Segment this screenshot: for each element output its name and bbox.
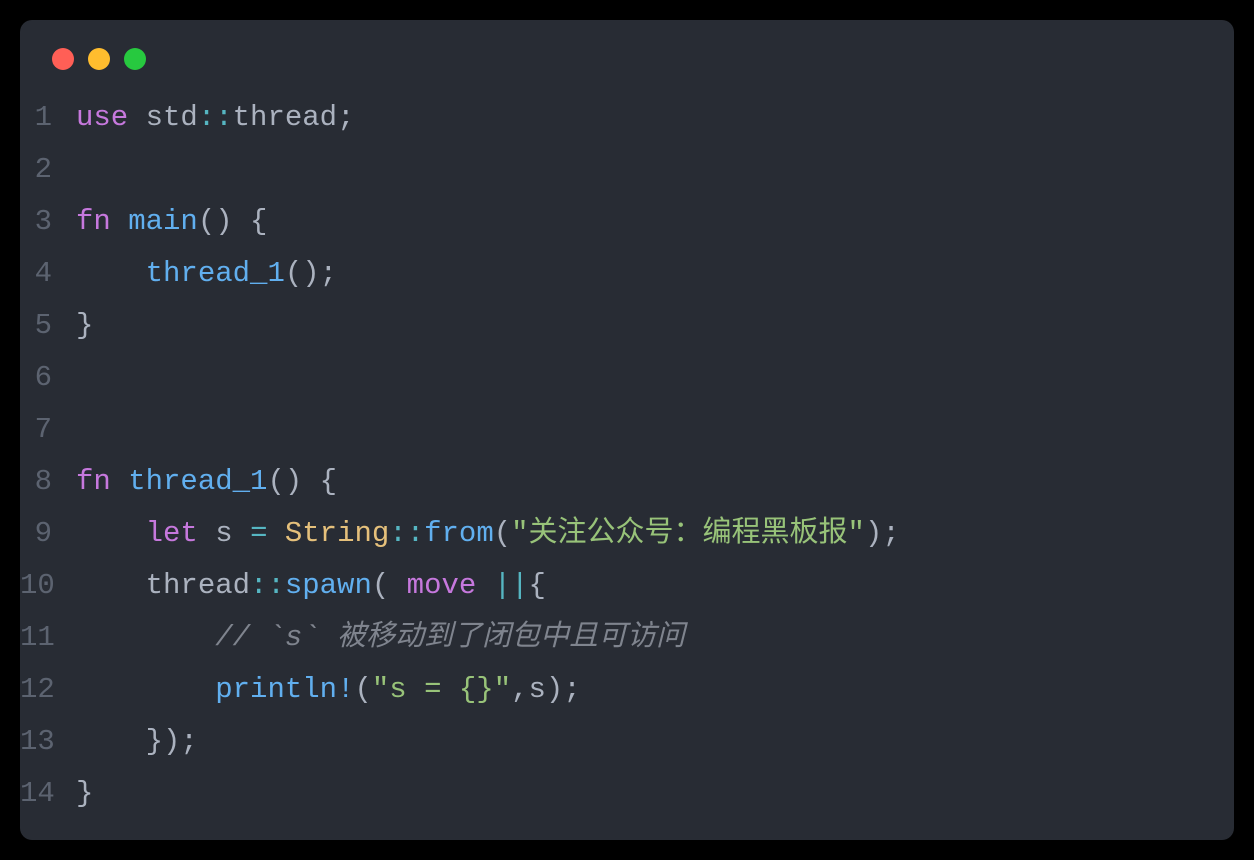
token-punct: ); — [865, 517, 900, 550]
token-punct — [111, 465, 128, 498]
token-keyword: let — [146, 517, 198, 550]
token-op: :: — [389, 517, 424, 550]
token-keyword: move — [407, 569, 477, 602]
token-punct: () { — [267, 465, 337, 498]
token-func: thread_1 — [146, 257, 285, 290]
token-punct: std — [128, 101, 198, 134]
maximize-icon[interactable] — [124, 48, 146, 70]
line-number: 8 — [20, 456, 76, 508]
token-punct — [111, 205, 128, 238]
code-editor[interactable]: 1use std::thread;2 3fn main() {4 thread_… — [20, 92, 1234, 820]
code-line[interactable]: 8fn thread_1() { — [20, 456, 1234, 508]
code-line[interactable]: 13 }); — [20, 716, 1234, 768]
code-content[interactable]: }); — [76, 716, 198, 768]
code-content[interactable] — [76, 352, 93, 404]
token-op: = — [250, 517, 267, 550]
code-line[interactable]: 14} — [20, 768, 1234, 820]
token-punct: ( — [354, 673, 371, 706]
token-punct: (); — [285, 257, 337, 290]
token-string: "关注公众号：编程黑板报" — [511, 517, 865, 550]
code-content[interactable]: use std::thread; — [76, 92, 354, 144]
code-content[interactable]: thread_1(); — [76, 248, 337, 300]
token-punct: { — [529, 569, 546, 602]
token-punct — [76, 517, 146, 550]
line-number: 6 — [20, 352, 76, 404]
code-line[interactable]: 2 — [20, 144, 1234, 196]
code-content[interactable]: // `s` 被移动到了闭包中且可访问 — [76, 612, 685, 664]
code-line[interactable]: 4 thread_1(); — [20, 248, 1234, 300]
line-number: 5 — [20, 300, 76, 352]
token-op: :: — [198, 101, 233, 134]
token-keyword: fn — [76, 465, 111, 498]
token-func: println! — [215, 673, 354, 706]
line-number: 14 — [20, 768, 76, 820]
token-punct — [267, 517, 284, 550]
code-content[interactable]: fn main() { — [76, 196, 267, 248]
code-line[interactable]: 11 // `s` 被移动到了闭包中且可访问 — [20, 612, 1234, 664]
token-func: main — [128, 205, 198, 238]
token-type: String — [285, 517, 389, 550]
token-punct: ( — [372, 569, 407, 602]
line-number: 12 — [20, 664, 76, 716]
code-content[interactable] — [76, 144, 93, 196]
token-punct: } — [76, 309, 93, 342]
token-keyword: fn — [76, 205, 111, 238]
token-keyword: use — [76, 101, 128, 134]
code-line[interactable]: 9 let s = String::from("关注公众号：编程黑板报"); — [20, 508, 1234, 560]
token-func: thread_1 — [128, 465, 267, 498]
code-content[interactable]: thread::spawn( move ||{ — [76, 560, 546, 612]
token-punct — [76, 257, 146, 290]
token-punct — [76, 673, 215, 706]
token-op: || — [494, 569, 529, 602]
token-comment: // `s` 被移动到了闭包中且可访问 — [215, 621, 685, 654]
line-number: 1 — [20, 92, 76, 144]
line-number: 7 — [20, 404, 76, 456]
token-punct: ,s); — [511, 673, 581, 706]
code-line[interactable]: 7 — [20, 404, 1234, 456]
token-func: spawn — [285, 569, 372, 602]
token-punct — [476, 569, 493, 602]
code-content[interactable]: println!("s = {}",s); — [76, 664, 581, 716]
line-number: 13 — [20, 716, 76, 768]
code-content[interactable] — [76, 404, 93, 456]
token-punct: ( — [494, 517, 511, 550]
line-number: 11 — [20, 612, 76, 664]
code-content[interactable]: let s = String::from("关注公众号：编程黑板报"); — [76, 508, 900, 560]
token-punct: } — [76, 777, 93, 810]
code-content[interactable]: } — [76, 300, 93, 352]
token-punct — [76, 621, 215, 654]
code-window: 1use std::thread;2 3fn main() {4 thread_… — [20, 20, 1234, 840]
close-icon[interactable] — [52, 48, 74, 70]
line-number: 9 — [20, 508, 76, 560]
token-string: "s = {}" — [372, 673, 511, 706]
token-op: :: — [250, 569, 285, 602]
token-ident: thread — [233, 101, 337, 134]
window-titlebar — [20, 48, 1234, 92]
code-line[interactable]: 10 thread::spawn( move ||{ — [20, 560, 1234, 612]
code-line[interactable]: 6 — [20, 352, 1234, 404]
line-number: 4 — [20, 248, 76, 300]
line-number: 2 — [20, 144, 76, 196]
code-content[interactable]: fn thread_1() { — [76, 456, 337, 508]
code-line[interactable]: 12 println!("s = {}",s); — [20, 664, 1234, 716]
code-content[interactable]: } — [76, 768, 93, 820]
token-punct: ; — [337, 101, 354, 134]
token-punct: () { — [198, 205, 268, 238]
token-punct: s — [198, 517, 250, 550]
line-number: 3 — [20, 196, 76, 248]
code-line[interactable]: 5} — [20, 300, 1234, 352]
token-func: from — [424, 517, 494, 550]
code-line[interactable]: 3fn main() { — [20, 196, 1234, 248]
minimize-icon[interactable] — [88, 48, 110, 70]
token-punct: }); — [76, 725, 198, 758]
token-punct: thread — [76, 569, 250, 602]
line-number: 10 — [20, 560, 76, 612]
code-line[interactable]: 1use std::thread; — [20, 92, 1234, 144]
